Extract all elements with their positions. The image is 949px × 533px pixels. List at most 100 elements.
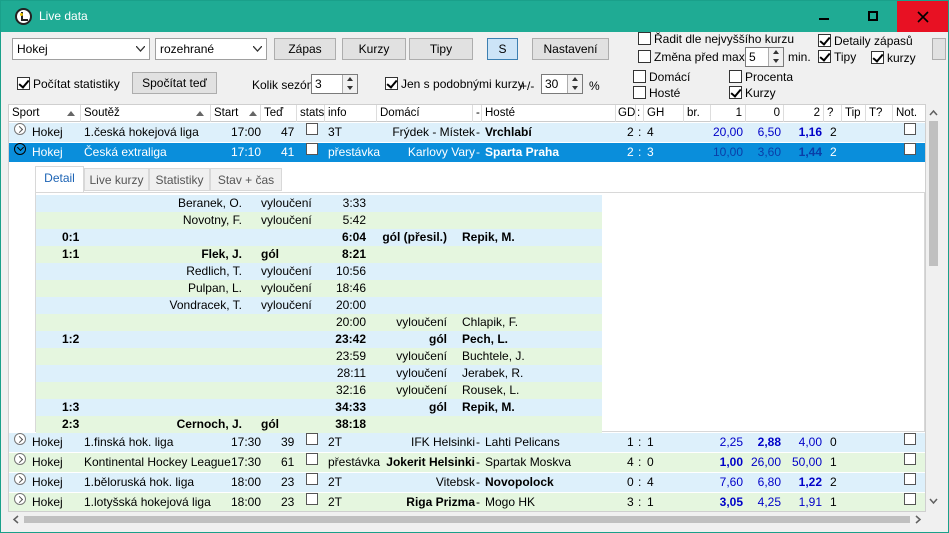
checkbox-box[interactable] <box>818 50 831 63</box>
table-row-selected[interactable]: Hokej Česká extraliga 17:10 41 přestávka… <box>9 143 925 163</box>
kurzy-button[interactable]: Kurzy <box>342 38 406 60</box>
title-bar[interactable]: Live data <box>1 1 948 32</box>
col-header-sport[interactable]: Sport <box>9 105 81 122</box>
col-header-dash[interactable]: - <box>473 105 482 122</box>
checkbox-box[interactable] <box>385 77 398 90</box>
stats-checkbox[interactable] <box>306 143 318 155</box>
col-header-q[interactable]: ? <box>824 105 842 122</box>
sport-combo[interactable]: Hokej <box>12 38 150 60</box>
col-header-info[interactable]: info <box>325 105 377 122</box>
minimize-button[interactable] <box>802 1 847 32</box>
col-header-tq[interactable]: T? <box>866 105 893 122</box>
col-header-domaci[interactable]: Domácí <box>377 105 473 122</box>
col-header-gd[interactable]: GD <box>616 105 636 122</box>
table-row[interactable]: Hokej 1.česká hokejová liga 17:00 47 3T … <box>9 123 925 143</box>
hoste-checkbox[interactable]: Hosté <box>633 86 680 100</box>
vertical-scroll-thumb[interactable] <box>929 121 938 266</box>
kolik-spinner[interactable]: 3 <box>311 74 358 94</box>
detaily-checkbox[interactable]: Detaily zápasů <box>818 34 913 48</box>
scroll-left-icon[interactable] <box>9 512 23 527</box>
stats-checkbox[interactable] <box>306 433 318 445</box>
domaci-checkbox[interactable]: Domácí <box>633 70 690 84</box>
checkbox-box[interactable] <box>633 70 646 83</box>
col-header-0[interactable]: 0 <box>746 105 784 122</box>
pocitat-checkbox[interactable]: Počítat statistiky <box>17 77 120 91</box>
tipy-button[interactable]: Tipy <box>409 38 473 60</box>
col-header-gh[interactable]: GH <box>644 105 684 122</box>
checkbox-box[interactable] <box>871 51 884 64</box>
not-checkbox[interactable] <box>904 433 916 445</box>
not-checkbox[interactable] <box>904 143 916 155</box>
tab-live-kurzy[interactable]: Live kurzy <box>84 168 149 191</box>
state-combo[interactable]: rozehrané <box>155 38 267 60</box>
not-checkbox[interactable] <box>904 473 916 485</box>
procenta-checkbox[interactable]: Procenta <box>729 70 793 84</box>
col-header-not[interactable]: Not. <box>893 105 925 122</box>
spinner-arrows-icon[interactable] <box>768 48 783 66</box>
expand-icon[interactable] <box>14 433 26 445</box>
not-checkbox[interactable] <box>904 123 916 135</box>
pm-spinner[interactable]: 30 <box>541 74 583 94</box>
maximize-button[interactable] <box>851 1 896 32</box>
not-checkbox[interactable] <box>904 493 916 505</box>
event-aplayer: Buchtele, J. <box>462 349 525 363</box>
col-header-hoste[interactable]: Hosté <box>482 105 616 122</box>
zapas-button[interactable]: Zápas <box>274 38 336 60</box>
checkbox-box[interactable] <box>638 50 651 63</box>
close-button[interactable] <box>897 1 948 32</box>
horizontal-scroll-thumb[interactable] <box>24 516 910 523</box>
scroll-down-icon[interactable] <box>926 494 941 508</box>
extra-button[interactable] <box>932 38 946 60</box>
col-header-start[interactable]: Start <box>211 105 261 122</box>
col-header-stats[interactable]: stats <box>297 105 325 122</box>
table-row[interactable]: Hokej 1.lotyšská hokejová liga 18:00 23 2T Ri… <box>9 493 925 511</box>
stats-checkbox[interactable] <box>306 493 318 505</box>
zmena-checkbox[interactable]: Změna před max. <box>638 50 748 64</box>
stats-checkbox[interactable] <box>306 123 318 135</box>
checkbox-box[interactable] <box>818 34 831 47</box>
tab-stav-cas[interactable]: Stav + čas <box>210 168 282 191</box>
table-row[interactable]: Hokej 1.běloruská hok. liga 18:00 23 2T Viteb… <box>9 473 925 493</box>
col-header-ted[interactable]: Teď <box>261 105 297 122</box>
spocitat-button[interactable]: Spočítat teď <box>132 72 217 94</box>
tab-detail[interactable]: Detail <box>35 166 84 192</box>
radit-checkbox[interactable]: Řadit dle nejvyššího kurzu <box>638 32 794 46</box>
tab-statistiky[interactable]: Statistiky <box>149 168 210 191</box>
expand-icon[interactable] <box>14 123 26 135</box>
stats-checkbox[interactable] <box>306 473 318 485</box>
checkbox-box[interactable] <box>729 70 742 83</box>
tipy-checkbox[interactable]: Tipy <box>818 50 856 64</box>
col-header-colon[interactable]: : <box>636 105 644 122</box>
horizontal-scrollbar[interactable] <box>8 512 926 527</box>
col-header-tip[interactable]: Tip <box>842 105 866 122</box>
scroll-right-icon[interactable] <box>911 512 925 527</box>
expand-icon[interactable] <box>14 473 26 485</box>
expand-icon[interactable] <box>14 453 26 465</box>
scroll-up-icon[interactable] <box>926 106 941 120</box>
checkbox-box[interactable] <box>633 86 646 99</box>
checkbox-box[interactable] <box>729 86 742 99</box>
col-header-1[interactable]: 1 <box>711 105 746 122</box>
checkbox-box[interactable] <box>638 32 651 45</box>
s-button[interactable]: S <box>487 38 518 60</box>
table-row[interactable]: Hokej 1.finská hok. liga 17:30 39 2T IFK Hels… <box>9 433 925 453</box>
kurzy-checkbox[interactable]: kurzy <box>871 51 916 65</box>
not-checkbox[interactable] <box>904 453 916 465</box>
spinner-arrows-icon[interactable] <box>342 75 357 93</box>
collapse-icon[interactable] <box>14 143 26 155</box>
jen-checkbox[interactable]: Jen s podobnými kurzy <box>385 77 524 91</box>
stats-checkbox[interactable] <box>306 453 318 465</box>
event-time: 20:00 <box>335 298 366 312</box>
col-header-soutez[interactable]: Soutěž <box>81 105 211 122</box>
col-header-br[interactable]: br. <box>684 105 711 122</box>
kurzy2-checkbox[interactable]: Kurzy <box>729 86 776 100</box>
table-row[interactable]: Hokej Kontinental Hockey League 17:30 61 pře… <box>9 453 925 473</box>
expand-icon[interactable] <box>14 493 26 505</box>
checkbox-box[interactable] <box>17 77 30 90</box>
col-header-2[interactable]: 2 <box>784 105 824 122</box>
zmena-spinner[interactable]: 5 <box>745 47 784 67</box>
spinner-arrows-icon[interactable] <box>567 75 582 93</box>
nastaveni-button[interactable]: Nastavení <box>532 38 609 60</box>
vertical-scrollbar[interactable] <box>926 104 941 512</box>
matches-grid[interactable]: Sport Soutěž Start Teď stats info Domácí… <box>8 104 926 512</box>
